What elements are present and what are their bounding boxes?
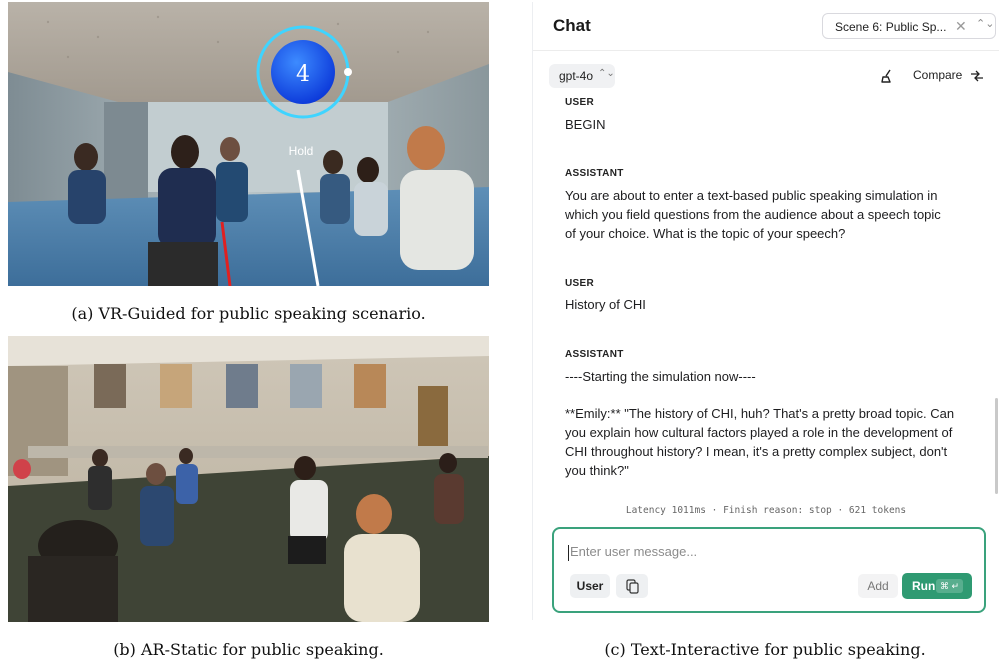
clear-icon[interactable]: ✕: [955, 18, 967, 35]
updown-chevron-icon: ⌃⌄: [598, 68, 615, 79]
caption-text-interactive: (c) Text-Interactive for public speaking…: [604, 640, 926, 659]
message-composer: User Add Run ⌘ ↵: [552, 527, 986, 613]
message-role: ASSISTANT: [565, 168, 624, 179]
countdown-number: 4: [296, 62, 310, 87]
chat-header: Chat Scene 6: Public Sp... ✕ ⌃⌄: [533, 2, 999, 51]
run-shortcut: ⌘ ↵: [936, 579, 964, 593]
compare-icon[interactable]: [969, 68, 985, 84]
run-button[interactable]: Run ⌘ ↵: [902, 573, 972, 599]
message-text: ----Starting the simulation now----: [565, 369, 756, 384]
hold-label: Hold: [289, 144, 314, 158]
message-text: BEGIN: [565, 117, 606, 132]
scene-select-value: Scene 6: Public Sp...: [835, 20, 947, 34]
add-message-button[interactable]: Add: [858, 574, 898, 598]
chat-title: Chat: [553, 16, 591, 35]
scrollbar-thumb[interactable]: [995, 398, 998, 494]
vr-guided-screenshot: 4 Hold: [8, 2, 489, 286]
attach-button[interactable]: [616, 574, 648, 598]
compare-button[interactable]: Compare: [913, 68, 962, 82]
message-role: USER: [565, 97, 594, 108]
message-text: History of CHI: [565, 297, 646, 312]
chat-playground: Chat Scene 6: Public Sp... ✕ ⌃⌄ gpt-4o ⌃…: [532, 2, 999, 620]
user-message-input[interactable]: [568, 543, 952, 560]
scene-select[interactable]: Scene 6: Public Sp... ✕ ⌃⌄: [822, 13, 996, 39]
message-role: ASSISTANT: [565, 349, 624, 360]
text-caret: [568, 545, 569, 561]
model-select[interactable]: gpt-4o ⌃⌄: [549, 64, 615, 88]
copy-icon: [626, 579, 639, 594]
message-role: USER: [565, 278, 594, 289]
model-select-value: gpt-4o: [559, 69, 594, 83]
ar-static-screenshot: [8, 336, 489, 622]
message-text: You are about to enter a text-based publ…: [565, 188, 941, 241]
ar-classroom-scene: [8, 336, 489, 622]
message-text: **Emily:** "The history of CHI, huh? Tha…: [565, 406, 955, 478]
broom-clear-icon[interactable]: [879, 68, 895, 84]
run-button-label: Run: [912, 579, 936, 593]
updown-chevron-icon: ⌃⌄: [976, 18, 995, 30]
role-user-button[interactable]: User: [570, 574, 610, 598]
caption-vr-guided: (a) VR-Guided for public speaking scenar…: [71, 304, 426, 323]
response-metadata: Latency 1011ms · Finish reason: stop · 6…: [625, 505, 907, 516]
caption-ar-static: (b) AR-Static for public speaking.: [113, 640, 384, 659]
vr-classroom-scene: 4 Hold: [8, 2, 489, 286]
